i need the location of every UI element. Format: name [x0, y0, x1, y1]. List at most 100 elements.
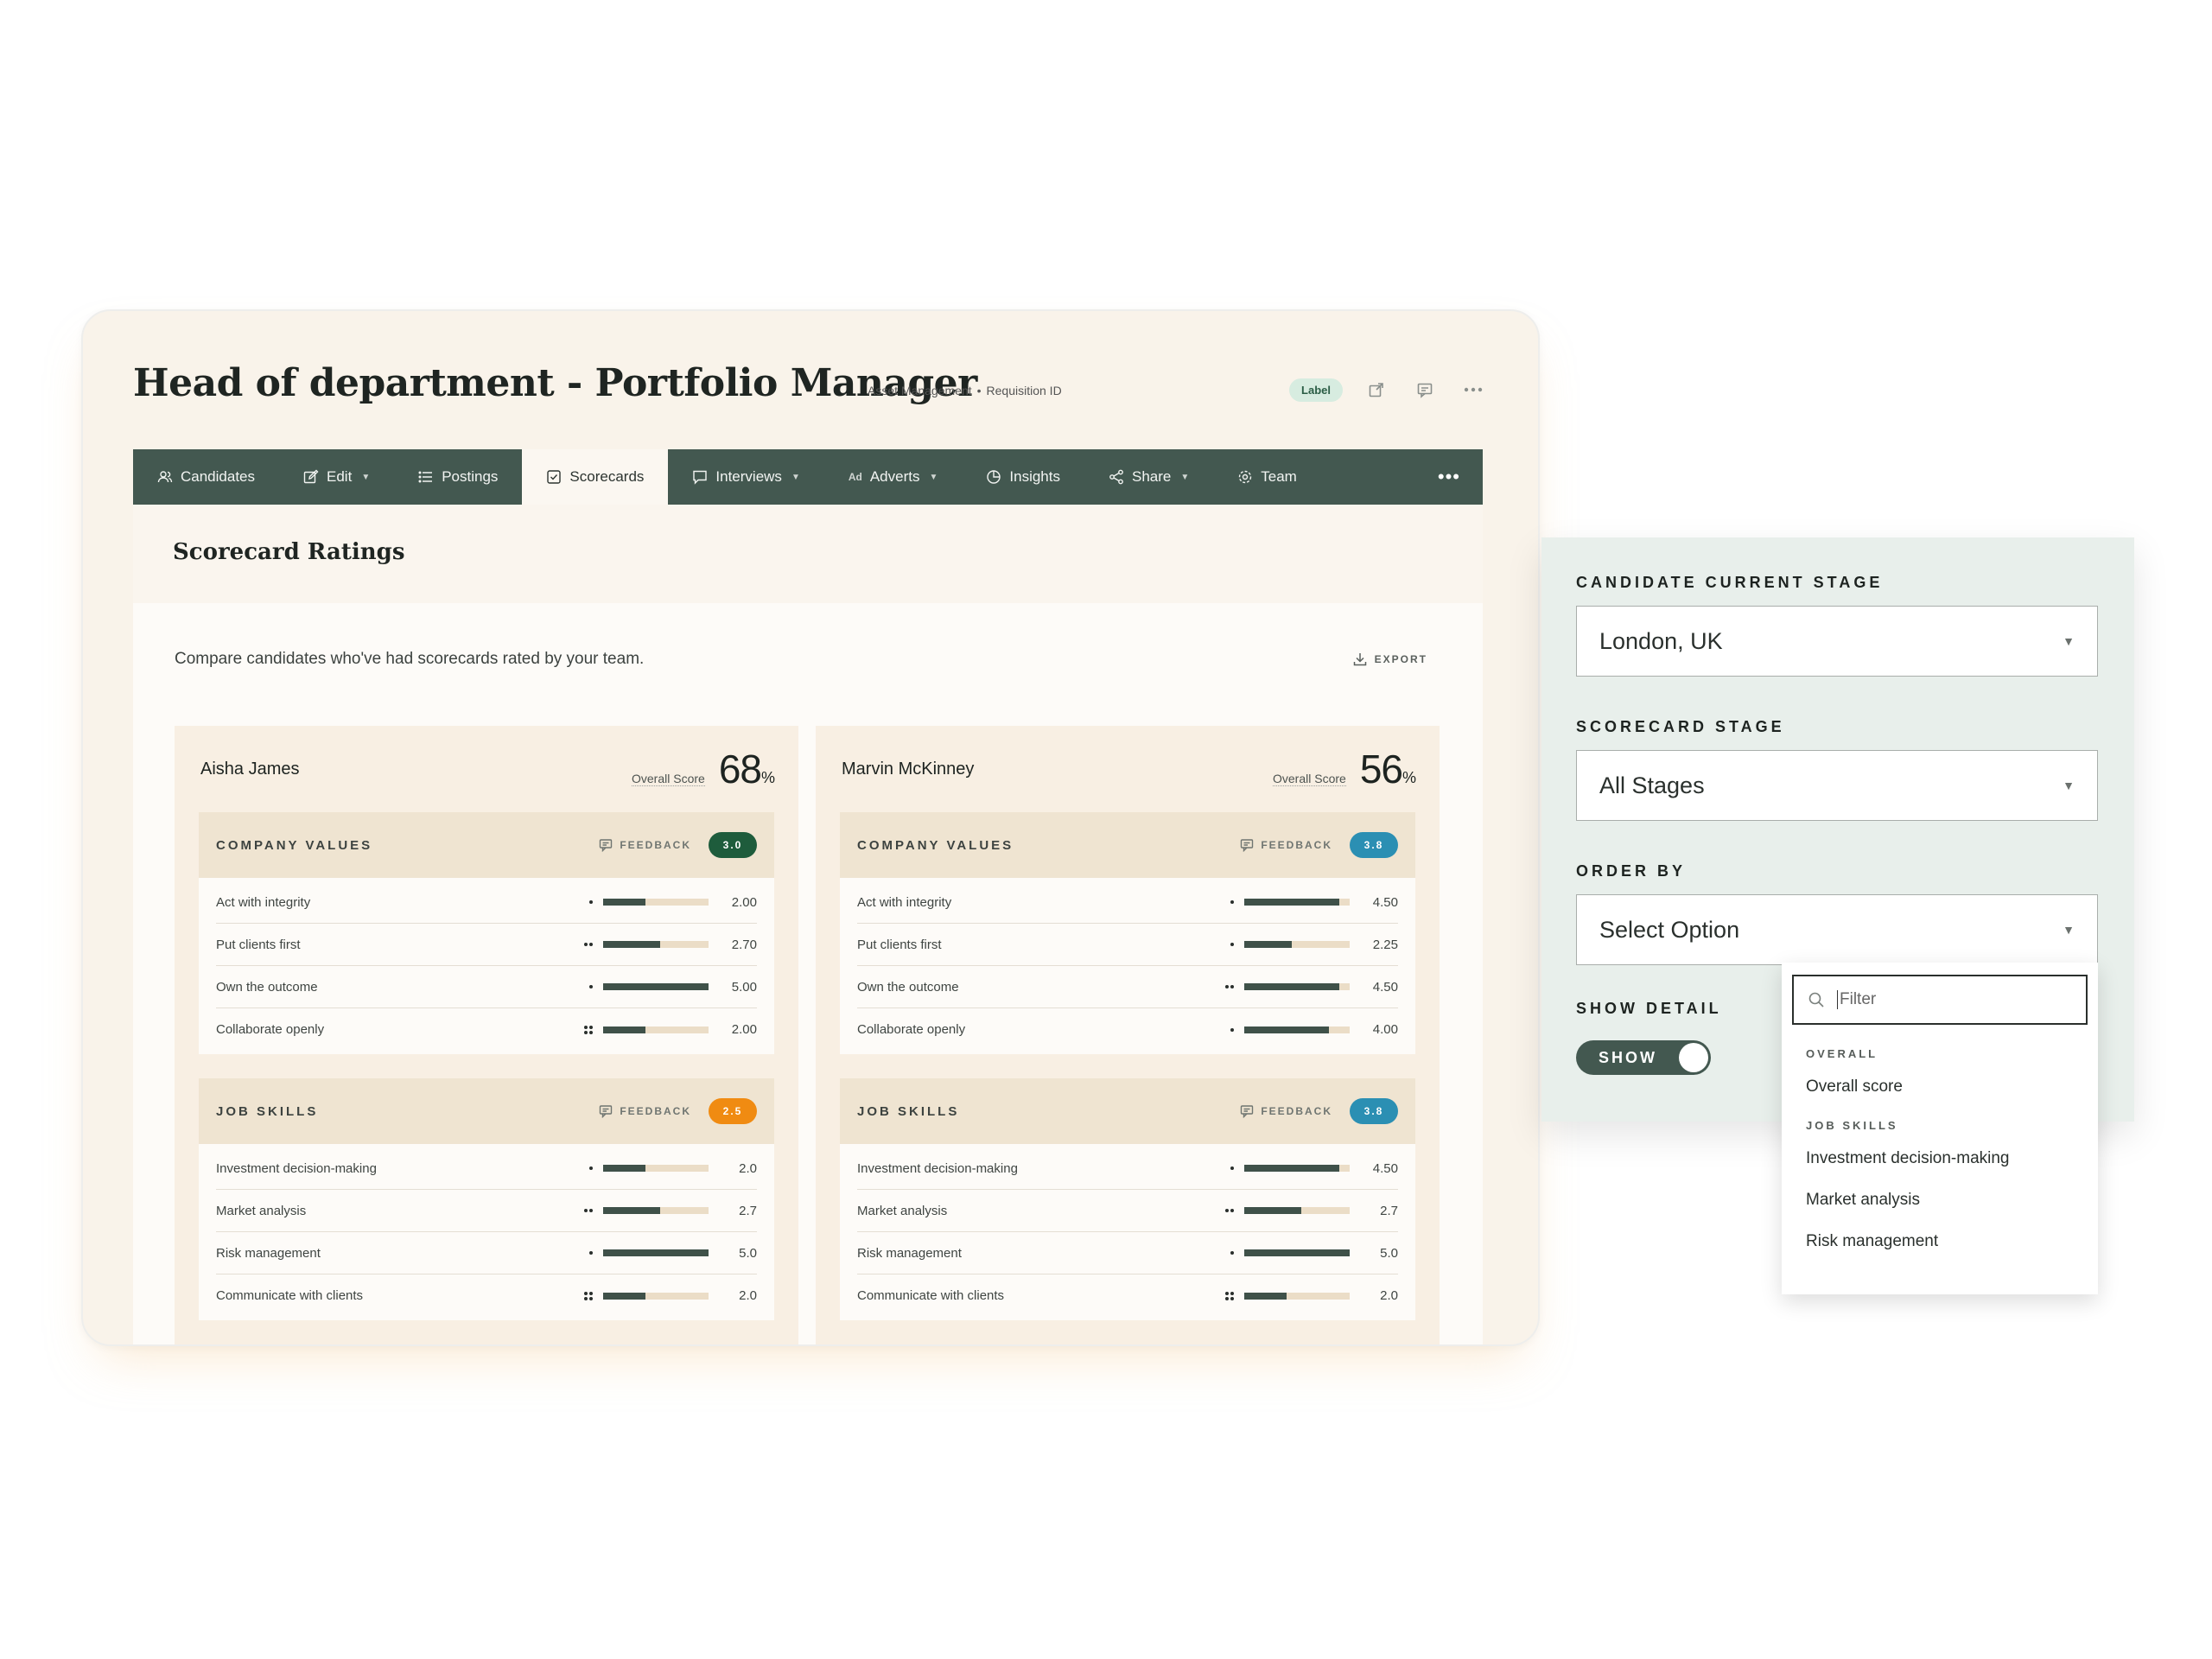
- export-label: EXPORT: [1374, 653, 1427, 665]
- rating-row: Communicate with clients 2.0: [857, 1274, 1398, 1317]
- group-actions: FEEDBACK 2.5: [599, 1098, 757, 1124]
- rater-count-dots[interactable]: [588, 1251, 593, 1255]
- rating-bar: [1244, 1292, 1350, 1300]
- rater-count-dots[interactable]: [1229, 1027, 1234, 1032]
- rater-count-dots[interactable]: [588, 1166, 593, 1170]
- tab-scorecards[interactable]: Scorecards: [522, 449, 669, 505]
- comment-icon: [1241, 839, 1254, 852]
- tab-postings[interactable]: Postings: [394, 449, 522, 505]
- rating-bar: [603, 1249, 709, 1256]
- dropdown-item-overall-score[interactable]: Overall score: [1792, 1077, 2088, 1096]
- rating-bar: [1244, 941, 1350, 948]
- rating-value: 2.0: [739, 1288, 757, 1303]
- candidate-card: Marvin McKinney Overall Score 56% COMPAN…: [816, 726, 1440, 1344]
- rating-bar-fill: [1244, 899, 1339, 906]
- rater-count-dots[interactable]: [582, 943, 593, 946]
- scorecard-stage-select[interactable]: All Stages ▼: [1576, 750, 2098, 821]
- rater-count-dots[interactable]: [1229, 1251, 1234, 1255]
- rating-row: Communicate with clients 2.0: [216, 1274, 757, 1317]
- rating-row: Own the outcome 4.50: [857, 966, 1398, 1008]
- rating-value: 2.00: [731, 1022, 757, 1037]
- rating-bar: [603, 899, 709, 906]
- rating-bar-fill: [1244, 983, 1339, 990]
- filter-placeholder: Filter: [1837, 990, 1876, 1009]
- search-icon: [1808, 992, 1824, 1007]
- pie-icon: [987, 470, 1001, 484]
- rater-count-dots[interactable]: [1229, 900, 1234, 904]
- rating-row: Put clients first 2.25: [857, 924, 1398, 966]
- candidate-name[interactable]: Marvin McKinney: [842, 760, 974, 779]
- tab-adverts[interactable]: Ad Adverts ▼: [824, 449, 963, 505]
- rating-label: Act with integrity: [216, 894, 311, 910]
- dropdown-item-risk-management[interactable]: Risk management: [1792, 1232, 2088, 1251]
- rating-row: Investment decision-making 2.0: [216, 1147, 757, 1190]
- rating-value: 4.50: [1372, 1160, 1398, 1176]
- page-meta: Asset Management • Requisition ID: [868, 384, 1062, 397]
- dropdown-item-investment[interactable]: Investment decision-making: [1792, 1149, 2088, 1168]
- tab-share[interactable]: Share ▼: [1084, 449, 1213, 505]
- tab-insights[interactable]: Insights: [962, 449, 1084, 505]
- group-header: JOB SKILLS FEEDBACK 2.5: [199, 1078, 774, 1144]
- chevron-down-icon: ▼: [2063, 779, 2075, 792]
- order-by-select[interactable]: Select Option ▼: [1576, 894, 2098, 965]
- rating-bar: [1244, 1249, 1350, 1256]
- candidate-name[interactable]: Aisha James: [200, 760, 300, 779]
- tab-team[interactable]: Team: [1213, 449, 1321, 505]
- content-header: Scorecard Ratings: [133, 505, 1483, 603]
- tab-label: Adverts: [869, 468, 920, 485]
- rating-value: 2.7: [1380, 1203, 1398, 1218]
- label-badge[interactable]: Label: [1289, 378, 1343, 402]
- rater-count-dots[interactable]: [1224, 1209, 1234, 1212]
- tab-candidates[interactable]: Candidates: [133, 449, 279, 505]
- feedback-label: FEEDBACK: [620, 1105, 691, 1117]
- rating-bar: [603, 941, 709, 948]
- rating-value: 2.7: [739, 1203, 757, 1218]
- rater-count-dots[interactable]: [1229, 1166, 1234, 1170]
- tab-interviews[interactable]: Interviews ▼: [668, 449, 823, 505]
- rater-count-dots[interactable]: [582, 1209, 593, 1212]
- score-group: JOB SKILLS FEEDBACK 2.5 Investment decis…: [199, 1078, 774, 1320]
- feedback-label: FEEDBACK: [620, 839, 691, 851]
- feedback-label: FEEDBACK: [1261, 1105, 1332, 1117]
- rating-label: Put clients first: [857, 937, 942, 952]
- rating-bar: [603, 1165, 709, 1172]
- rating-bar-fill: [603, 941, 660, 948]
- rater-count-dots[interactable]: [1225, 1291, 1234, 1300]
- rater-count-dots[interactable]: [584, 1291, 593, 1300]
- rating-bar: [603, 1026, 709, 1033]
- rating-value: 2.0: [739, 1160, 757, 1176]
- group-actions: FEEDBACK 3.8: [1240, 1098, 1398, 1124]
- rater-count-dots[interactable]: [584, 1025, 593, 1034]
- group-score-badge: 3.8: [1350, 1098, 1398, 1124]
- dropdown-item-market-analysis[interactable]: Market analysis: [1792, 1191, 2088, 1210]
- rating-label: Own the outcome: [857, 979, 959, 995]
- tab-edit[interactable]: Edit ▼: [279, 449, 394, 505]
- rater-count-dots[interactable]: [588, 985, 593, 988]
- feedback-button[interactable]: FEEDBACK: [1240, 1104, 1332, 1118]
- stage-select[interactable]: London, UK ▼: [1576, 606, 2098, 677]
- dropdown-filter-input[interactable]: Filter: [1792, 975, 2088, 1025]
- rating-rows: Investment decision-making 4.50 Market a…: [840, 1144, 1415, 1320]
- rater-count-dots[interactable]: [1224, 985, 1234, 988]
- rater-count-dots[interactable]: [1229, 943, 1234, 946]
- feedback-button[interactable]: FEEDBACK: [599, 1104, 691, 1118]
- tab-label: Share: [1131, 468, 1172, 485]
- rating-bar-fill: [1244, 941, 1292, 948]
- rating-value: 4.00: [1372, 1022, 1398, 1037]
- rating-label: Risk management: [216, 1245, 321, 1261]
- export-button[interactable]: EXPORT: [1352, 652, 1427, 667]
- section-title: Scorecard Ratings: [173, 539, 405, 565]
- show-detail-toggle[interactable]: SHOW: [1576, 1040, 1711, 1075]
- score-group: COMPANY VALUES FEEDBACK 3.0 Act with int…: [199, 812, 774, 1054]
- external-link-icon[interactable]: [1362, 375, 1391, 404]
- feedback-button[interactable]: FEEDBACK: [599, 838, 691, 852]
- comment-icon[interactable]: [1410, 375, 1440, 404]
- stage-value: London, UK: [1599, 627, 1723, 654]
- tab-bar: Candidates Edit ▼ Postings Scorecards In…: [133, 449, 1483, 505]
- tabs-more-icon[interactable]: •••: [1415, 449, 1483, 505]
- share-icon: [1109, 469, 1123, 485]
- rater-count-dots[interactable]: [588, 900, 593, 904]
- more-icon[interactable]: [1459, 375, 1488, 404]
- rating-bar-fill: [1244, 1292, 1287, 1300]
- feedback-button[interactable]: FEEDBACK: [1240, 838, 1332, 852]
